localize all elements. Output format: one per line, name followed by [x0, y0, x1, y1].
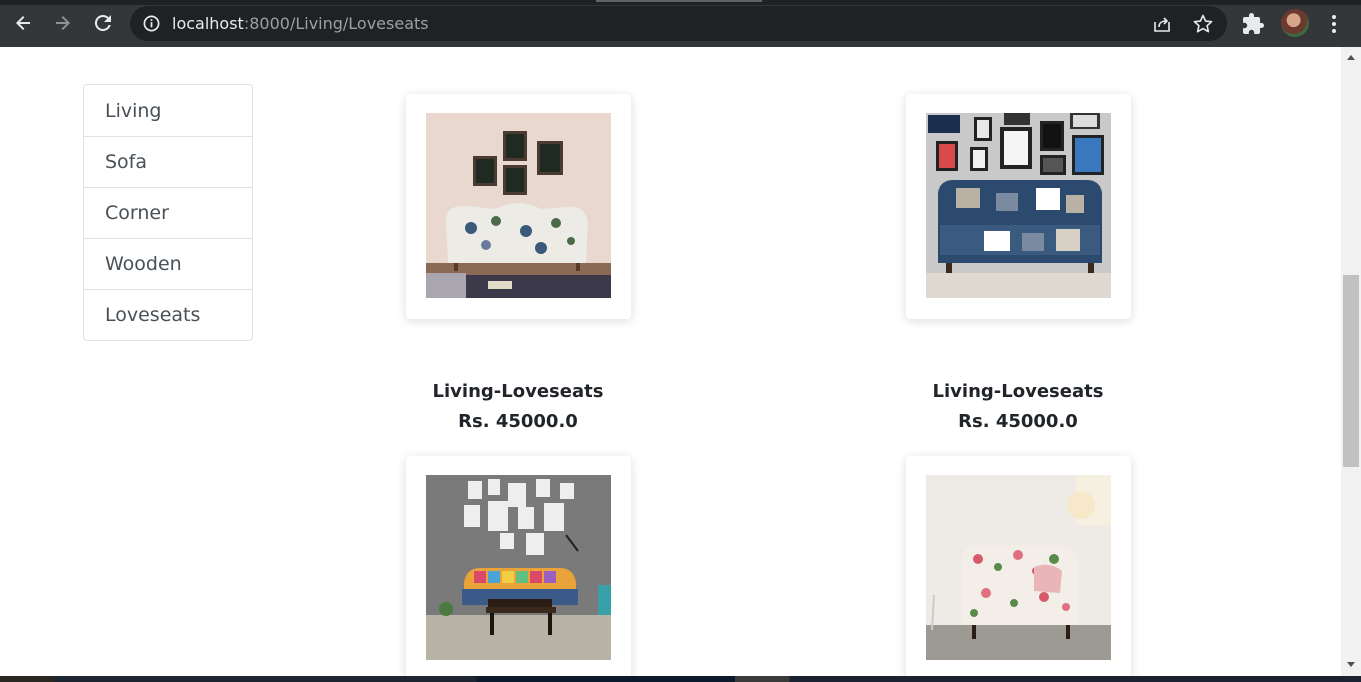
forward-icon [56, 16, 70, 30]
product-card[interactable] [406, 94, 631, 319]
sidebar-item-loveseats[interactable]: Loveseats [84, 289, 252, 340]
share-icon[interactable] [1152, 14, 1172, 34]
profile-avatar[interactable] [1281, 9, 1309, 37]
product-card[interactable] [906, 456, 1131, 676]
browser-toolbar: localhost:8000/Living/Loveseats [0, 0, 1361, 47]
page-content: Living Sofa Corner Wooden Loveseats Livi… [0, 47, 1341, 676]
back-button[interactable] [10, 10, 36, 36]
sidebar-item-sofa[interactable]: Sofa [84, 136, 252, 187]
active-tab-hint [596, 0, 762, 2]
product-card[interactable] [906, 94, 1131, 319]
tab-strip [0, 0, 1361, 5]
sidebar-item-wooden[interactable]: Wooden [84, 238, 252, 289]
taskbar-strip [0, 676, 1361, 682]
product-price: Rs. 45000.0 [958, 411, 1078, 432]
product-image-rose-print-loveseat[interactable] [926, 475, 1111, 660]
back-icon [16, 16, 30, 30]
sidebar-item-living[interactable]: Living [84, 85, 252, 136]
sidebar-item-corner[interactable]: Corner [84, 187, 252, 238]
product-name: Living-Loveseats [432, 381, 604, 402]
address-bar[interactable]: localhost:8000/Living/Loveseats [130, 6, 1227, 41]
page-scrollbar[interactable] [1341, 47, 1361, 676]
scroll-down-arrow-icon[interactable] [1347, 662, 1355, 667]
category-sidebar: Living Sofa Corner Wooden Loveseats [83, 84, 253, 341]
product-image-colorful-loveseat[interactable] [426, 475, 611, 660]
scrollbar-thumb[interactable] [1343, 275, 1359, 467]
info-icon[interactable] [142, 14, 161, 33]
menu-icon[interactable] [1324, 12, 1344, 36]
star-icon[interactable] [1192, 13, 1214, 35]
product-image-floral-loveseat[interactable] [426, 113, 611, 298]
url-host: localhost [172, 14, 244, 33]
extensions-icon[interactable] [1241, 12, 1265, 36]
product-name: Living-Loveseats [932, 381, 1104, 402]
product-card[interactable] [406, 456, 631, 676]
product-image-patchwork-loveseat[interactable] [926, 113, 1111, 298]
url-path: :8000/Living/Loveseats [243, 14, 429, 33]
forward-button[interactable] [50, 10, 76, 36]
scroll-up-arrow-icon[interactable] [1347, 55, 1355, 60]
url-text[interactable]: localhost:8000/Living/Loveseats [172, 14, 429, 33]
reload-button[interactable] [90, 10, 116, 36]
reload-icon [94, 14, 111, 31]
product-price: Rs. 45000.0 [458, 411, 578, 432]
